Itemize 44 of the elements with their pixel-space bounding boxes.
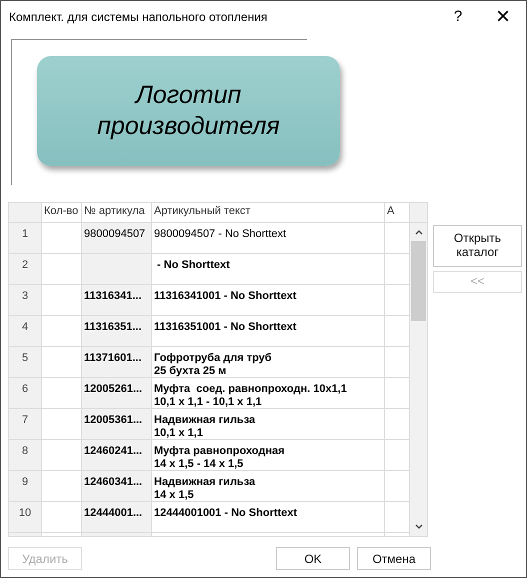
table-cell: 12460341... xyxy=(82,471,152,501)
scroll-up-icon[interactable] xyxy=(414,228,424,236)
table-cell-text: - No Shorttext xyxy=(156,259,230,271)
column-header[interactable]: Артикульный текст xyxy=(154,205,250,217)
column-header[interactable]: A xyxy=(387,205,394,217)
table-cell: 9800094507 xyxy=(82,223,152,253)
row-number: 10 xyxy=(9,502,42,532)
row-number: 9 xyxy=(9,471,42,501)
table-cell: 12005361... xyxy=(82,409,152,439)
logo-button[interactable]: Логотип производителя xyxy=(37,56,340,166)
table-cell: 12005261... xyxy=(82,378,152,408)
row-number: 6 xyxy=(9,378,42,408)
table-cell: 11371601... xyxy=(82,347,152,377)
table-cell: 11316341... xyxy=(82,285,152,315)
table-cell: Надвижная гильза 10,1 x 1,1 xyxy=(154,414,256,439)
row-number: 3 xyxy=(9,285,42,315)
row-number: 5 xyxy=(9,347,42,377)
row-number: 2 xyxy=(9,254,42,284)
table-cell: 9800094507 - No Shorttext xyxy=(154,228,286,240)
table-cell: 12444001001 - No Shorttext xyxy=(154,507,298,519)
row-number: 4 xyxy=(9,316,42,346)
row-number: 7 xyxy=(9,409,42,439)
open-catalog-button[interactable]: Открыть каталог xyxy=(433,225,522,267)
scrollbar[interactable] xyxy=(410,223,427,536)
table-cell: Надвижная гильза 14 x 1,5 xyxy=(154,476,256,501)
close-button[interactable]: × xyxy=(488,2,518,30)
table-cell: 11316351001 - No Shorttext xyxy=(154,321,296,333)
cancel-button[interactable]: Отмена xyxy=(357,547,431,570)
table-cell: Муфта равнопроходная 14 x 1,5 - 14 x 1,5 xyxy=(154,445,285,470)
scroll-down-icon[interactable] xyxy=(414,523,424,531)
column-header[interactable]: № артикула xyxy=(84,205,145,217)
table-cell: Гофротруба для труб 25 бухта 25 м xyxy=(154,352,272,377)
ok-button[interactable]: OK xyxy=(276,547,350,570)
column-header[interactable]: Кол-во xyxy=(44,205,78,217)
table-cell: 12460241... xyxy=(82,440,152,470)
table-cell: 11316341001 - No Shorttext xyxy=(154,290,296,302)
table-cell: 11316351... xyxy=(82,316,152,346)
table-cell: 12444001... xyxy=(82,502,152,532)
row-number: 1 xyxy=(9,223,42,253)
table-cell: Муфта соед. равнопроходн. 10x1,1 10,1 x 1,1 - 10,1 x 1,1 xyxy=(154,383,347,408)
help-button[interactable]: ? xyxy=(448,2,468,30)
window-title: Комплект. для системы напольного отопления xyxy=(9,10,268,24)
row-number: 8 xyxy=(9,440,42,470)
scroll-thumb[interactable] xyxy=(411,241,426,321)
